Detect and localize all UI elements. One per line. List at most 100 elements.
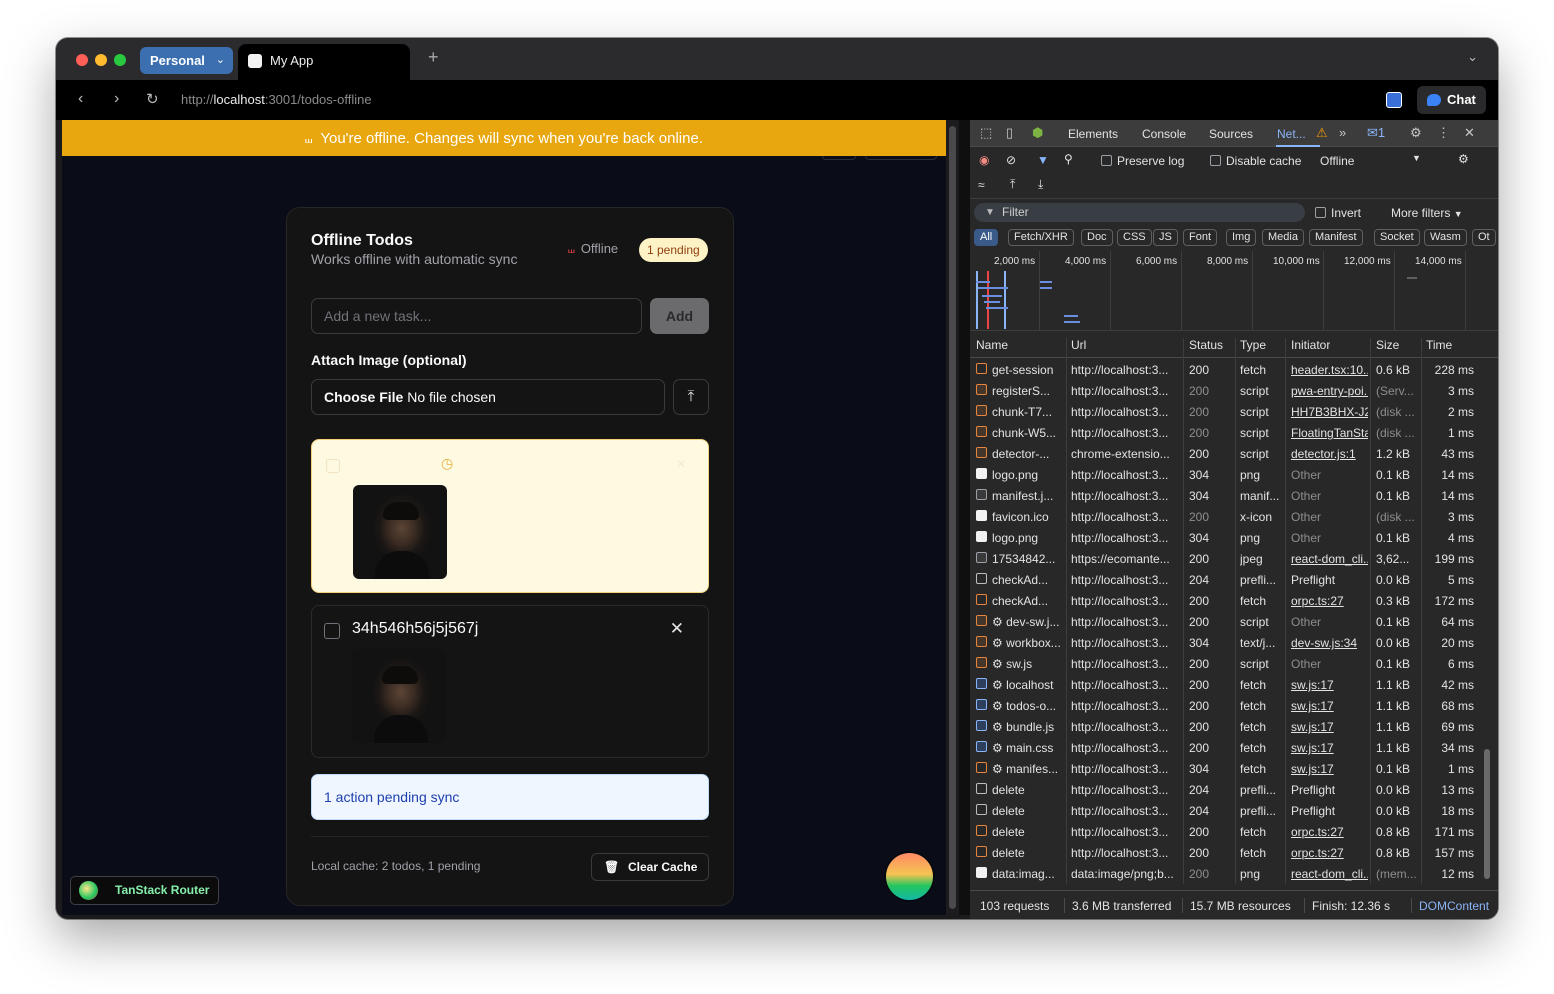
request-row[interactable]: ⚙ manifes... http://localhost:3... 304 fetc… — [970, 758, 1498, 779]
request-initiator[interactable]: orpc.ts:27 — [1291, 825, 1368, 839]
column-header-status[interactable]: Status — [1189, 338, 1223, 352]
forward-arrow-icon[interactable]: › — [114, 90, 119, 108]
extension-icon[interactable] — [1386, 92, 1402, 108]
request-initiator[interactable]: sw.js:17 — [1291, 762, 1368, 776]
request-table-scrollbar[interactable] — [1482, 359, 1492, 889]
request-row[interactable]: delete http://localhost:3... 200 fetch orpc.… — [970, 821, 1498, 842]
disable-cache-checkbox[interactable]: Disable cache — [1210, 154, 1301, 168]
choose-file-button[interactable]: Choose File — [324, 389, 403, 405]
request-row[interactable]: ⚙ workbox... http://localhost:3... 304 text… — [970, 632, 1498, 653]
todo-checkbox[interactable] — [326, 459, 340, 473]
request-row[interactable]: manifest.j... http://localhost:3... 304 man… — [970, 485, 1498, 506]
request-row[interactable]: ⚙ todos-o... http://localhost:3... 200 fetc… — [970, 695, 1498, 716]
request-initiator[interactable]: pwa-entry-poi... — [1291, 384, 1368, 398]
request-row[interactable]: checkAd... http://localhost:3... 204 prefli… — [970, 569, 1498, 590]
network-conditions-wifi-icon[interactable]: ≈ — [978, 178, 985, 192]
filter-input[interactable]: ▼ Filter — [974, 203, 1305, 222]
back-arrow-icon[interactable]: ‹ — [78, 90, 83, 108]
clear-log-icon[interactable]: ⊘ — [1006, 153, 1016, 167]
request-row[interactable]: chunk-T7... http://localhost:3... 200 scrip… — [970, 401, 1498, 422]
request-row[interactable]: data:imag... data:image/png;b... 200 png rea… — [970, 863, 1498, 884]
new-task-input[interactable]: Add a new task... — [311, 298, 642, 334]
tab-list-chevron-icon[interactable]: ⌄ — [1467, 49, 1478, 65]
filter-chip-fetch-xhr[interactable]: Fetch/XHR — [1008, 229, 1074, 246]
request-row[interactable]: chunk-W5... http://localhost:3... 200 scrip… — [970, 422, 1498, 443]
issues-badge[interactable]: ✉1 — [1367, 125, 1385, 141]
network-settings-gear-icon[interactable]: ⚙ — [1458, 152, 1469, 166]
filter-chip-css[interactable]: CSS — [1117, 229, 1152, 246]
new-tab-plus-icon[interactable]: + — [428, 47, 439, 68]
devtools-splitter[interactable] — [959, 120, 970, 915]
request-initiator[interactable]: dev-sw.js:34 — [1291, 636, 1368, 650]
request-row[interactable]: ⚙ localhost http://localhost:3... 200 fetch… — [970, 674, 1498, 695]
request-row[interactable]: checkAd... http://localhost:3... 200 fetch o… — [970, 590, 1498, 611]
filter-chip-font[interactable]: Font — [1183, 229, 1218, 246]
request-row[interactable]: ⚙ main.css http://localhost:3... 200 fetch s… — [970, 737, 1498, 758]
profile-button[interactable]: Personal ⌄ — [140, 47, 233, 74]
more-options-icon[interactable]: ⋮ — [1437, 125, 1450, 141]
request-row[interactable]: delete http://localhost:3... 204 prefli... P… — [970, 779, 1498, 800]
device-toolbar-icon[interactable]: ▯ — [1006, 125, 1013, 141]
request-initiator[interactable]: react-dom_cli... — [1291, 552, 1368, 566]
request-initiator[interactable]: orpc.ts:27 — [1291, 594, 1368, 608]
filter-chip-doc[interactable]: Doc — [1081, 229, 1113, 246]
request-row[interactable]: get-session http://localhost:3... 200 fetch… — [970, 359, 1498, 380]
tanstack-router-devtools-button[interactable]: TanStack Router — [70, 876, 219, 905]
filter-chip-manifest[interactable]: Manifest — [1309, 229, 1363, 246]
delete-todo-icon[interactable]: ✕ — [670, 619, 684, 639]
request-initiator[interactable]: sw.js:17 — [1291, 741, 1368, 755]
filter-chip-socket[interactable]: Socket — [1374, 229, 1420, 246]
browser-tab[interactable]: My App — [238, 44, 410, 80]
network-overview-timeline[interactable]: 2,000 ms 4,000 ms 6,000 ms 8,000 ms 10,0… — [970, 251, 1498, 331]
request-initiator[interactable]: sw.js:17 — [1291, 720, 1368, 734]
search-icon[interactable]: ⚲ — [1064, 152, 1073, 166]
tab-network[interactable]: Net... — [1277, 127, 1306, 141]
chat-button[interactable]: Chat — [1417, 86, 1486, 114]
vue-extension-icon[interactable]: ⬢ — [1032, 125, 1043, 141]
request-initiator[interactable]: orpc.ts:27 — [1291, 846, 1368, 860]
more-filters-button[interactable]: More filters ▼ — [1391, 206, 1463, 220]
column-header-size[interactable]: Size — [1376, 338, 1399, 352]
column-header-name[interactable]: Name — [976, 338, 1008, 352]
todo-checkbox[interactable] — [324, 623, 340, 639]
request-initiator[interactable]: detector.js:1 — [1291, 447, 1368, 461]
tab-console[interactable]: Console — [1142, 127, 1186, 141]
request-row[interactable]: logo.png http://localhost:3... 304 png Other… — [970, 464, 1498, 485]
close-window-button[interactable] — [76, 54, 88, 66]
filter-chip-wasm[interactable]: Wasm — [1424, 229, 1467, 246]
filter-chip-media[interactable]: Media — [1262, 229, 1304, 246]
request-initiator[interactable]: sw.js:17 — [1291, 678, 1368, 692]
request-row[interactable]: 17534842... https://ecomante... 200 jpeg rea… — [970, 548, 1498, 569]
request-row[interactable]: ⚙ bundle.js http://localhost:3... 200 fetch… — [970, 716, 1498, 737]
record-stop-icon[interactable]: ◉ — [979, 153, 989, 167]
add-task-button[interactable]: Add — [650, 298, 709, 334]
delete-todo-icon[interactable]: ✕ — [676, 457, 686, 471]
request-row[interactable]: ⚙ sw.js http://localhost:3... 200 script Oth… — [970, 653, 1498, 674]
request-row[interactable]: logo.png http://localhost:3... 304 png Other… — [970, 527, 1498, 548]
request-row[interactable]: ⚙ dev-sw.j... http://localhost:3... 200 scr… — [970, 611, 1498, 632]
request-initiator[interactable]: HH7B3BHX-J2... — [1291, 405, 1368, 419]
page-scrollbar-thumb[interactable] — [949, 126, 956, 909]
column-header-time[interactable]: Time — [1426, 338, 1452, 352]
request-initiator[interactable]: header.tsx:10... — [1291, 363, 1368, 377]
column-header-url[interactable]: Url — [1071, 338, 1086, 352]
request-row[interactable]: delete http://localhost:3... 200 fetch orpc.… — [970, 842, 1498, 863]
filter-chip-other[interactable]: Ot — [1472, 229, 1496, 246]
tab-sources[interactable]: Sources — [1209, 127, 1253, 141]
zoom-window-button[interactable] — [114, 54, 126, 66]
request-initiator[interactable]: FloatingTanSta... — [1291, 426, 1368, 440]
request-table-scrollbar-thumb[interactable] — [1484, 749, 1490, 879]
request-row[interactable]: detector-... chrome-extensio... 200 script d… — [970, 443, 1498, 464]
clear-cache-button[interactable]: 🗑 Clear Cache — [591, 853, 709, 881]
filter-chip-img[interactable]: Img — [1226, 229, 1257, 246]
filter-funnel-icon[interactable]: ▼ — [1037, 153, 1049, 167]
close-devtools-icon[interactable]: ✕ — [1464, 125, 1475, 141]
filter-chip-all[interactable]: All — [974, 229, 999, 246]
throttle-dropdown-icon[interactable]: ▼ — [1412, 153, 1421, 163]
tab-elements[interactable]: Elements — [1068, 127, 1118, 141]
column-header-type[interactable]: Type — [1240, 338, 1266, 352]
page-scrollbar[interactable] — [946, 120, 959, 915]
more-tabs-chevron-icon[interactable]: » — [1339, 125, 1346, 140]
request-initiator[interactable]: react-dom_cli... — [1291, 867, 1368, 881]
request-row[interactable]: registerS... http://localhost:3... 200 scri… — [970, 380, 1498, 401]
